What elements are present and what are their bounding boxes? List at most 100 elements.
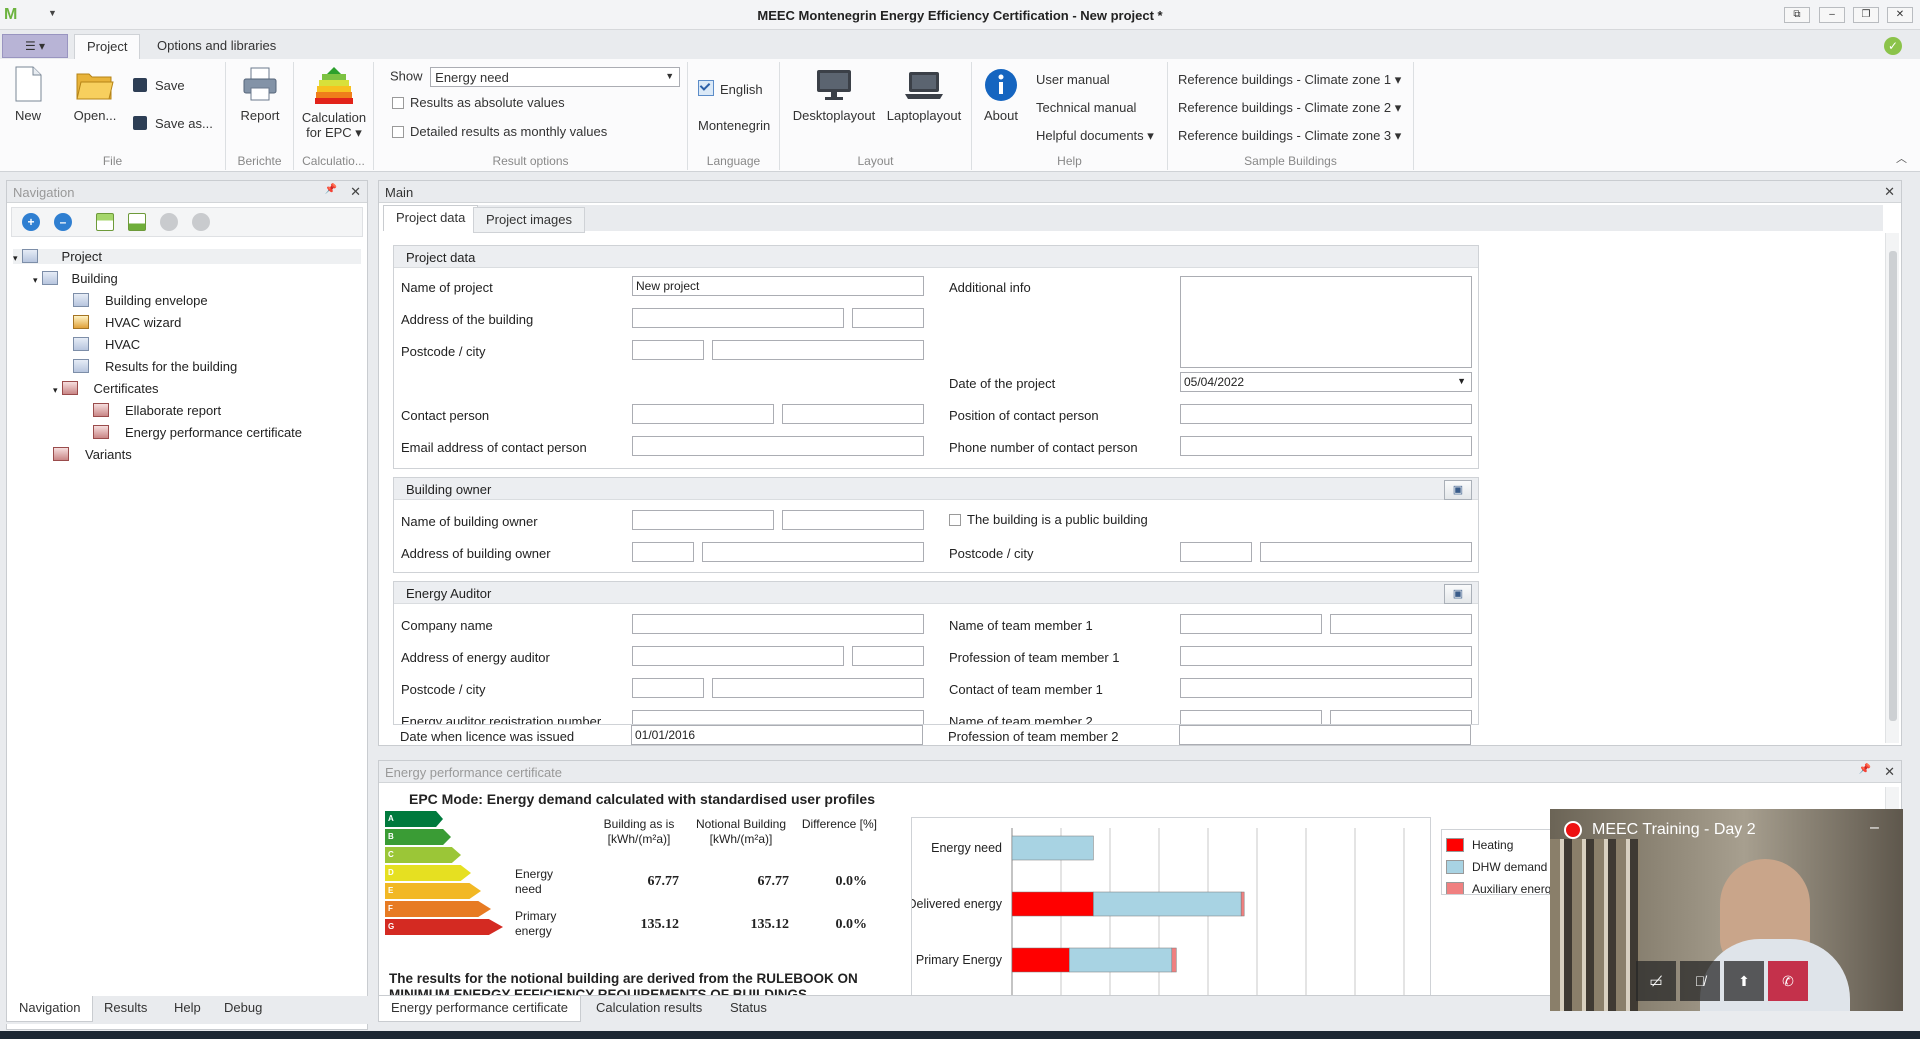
contact-card-icon[interactable]: ▣ [1444, 480, 1472, 500]
hang-up-button[interactable]: ✆ [1768, 961, 1808, 1001]
climate-zone-1-dropdown[interactable]: Reference buildings - Climate zone 1 ▾ [1178, 72, 1401, 88]
window-maximize-button[interactable]: ❐ [1853, 7, 1879, 23]
climate-zone-3-dropdown[interactable]: Reference buildings - Climate zone 3 ▾ [1178, 128, 1401, 144]
tab-options-libraries[interactable]: Options and libraries [145, 34, 288, 60]
expand-arrow-icon[interactable]: ▾ [33, 275, 38, 285]
owner-number-input[interactable] [632, 542, 694, 562]
team-member-2-profession-input[interactable] [1179, 725, 1471, 745]
team-member-1-last-name-input[interactable] [1330, 614, 1472, 634]
contact-last-name-input[interactable] [782, 404, 924, 424]
tab-project[interactable]: Project [74, 34, 141, 60]
public-building-checkbox[interactable]: The building is a public building [949, 512, 1148, 527]
contact-phone-input[interactable] [1180, 436, 1472, 456]
window-restore-small-button[interactable]: ⧉ [1784, 7, 1810, 23]
save-button[interactable]: Save [133, 78, 185, 93]
new-button[interactable]: New [8, 66, 48, 123]
tree-item-certificates[interactable]: ▾ Certificates [53, 381, 159, 396]
report-button[interactable]: Report [234, 66, 286, 123]
move-down-icon[interactable] [192, 213, 210, 231]
team-member-1-profession-input[interactable] [1180, 646, 1472, 666]
window-close-button[interactable]: ✕ [1887, 7, 1913, 23]
tree-item-building[interactable]: ▾ Building [33, 271, 118, 286]
expand-arrow-icon[interactable]: ▾ [53, 385, 58, 395]
contact-first-name-input[interactable] [632, 404, 774, 424]
building-number-input[interactable] [852, 308, 924, 328]
team-member-2-last-name-input[interactable] [1330, 710, 1472, 724]
save-as-button[interactable]: Save as... [133, 116, 213, 131]
tab-energy-performance-certificate[interactable]: Energy performance certificate [378, 996, 582, 1022]
close-icon[interactable]: ✕ [350, 184, 361, 200]
contact-position-input[interactable] [1180, 404, 1472, 424]
tab-debug[interactable]: Debug [212, 996, 274, 1022]
licence-date-picker[interactable]: 01/01/2016 [631, 725, 923, 745]
pin-icon[interactable]: 📌 [325, 184, 337, 195]
tree-item-hvac-wizard[interactable]: HVAC wizard [73, 315, 181, 330]
window-minimize-button[interactable]: – [1819, 7, 1845, 23]
open-button[interactable]: Open... [70, 66, 120, 123]
project-date-picker[interactable]: 05/04/2022 ▼ [1180, 372, 1472, 392]
helpful-documents-dropdown[interactable]: Helpful documents ▾ [1036, 128, 1154, 144]
tab-project-data[interactable]: Project data [383, 205, 479, 231]
tab-help[interactable]: Help [162, 996, 213, 1022]
minimize-video-icon[interactable]: – [1870, 819, 1879, 837]
remove-icon[interactable]: – [54, 213, 72, 231]
tree-item-results[interactable]: Results for the building [73, 359, 237, 374]
mic-off-button[interactable]: 🎙̸ [1680, 961, 1720, 1001]
application-menu-button[interactable]: ☰ ▾ [2, 34, 68, 58]
absolute-values-checkbox[interactable]: Results as absolute values [392, 95, 565, 110]
company-name-input[interactable] [632, 614, 924, 634]
owner-street-input[interactable] [702, 542, 924, 562]
owner-city-input[interactable] [1260, 542, 1472, 562]
additional-info-textarea[interactable] [1180, 276, 1472, 368]
owner-first-name-input[interactable] [632, 510, 774, 530]
show-select[interactable]: Energy need ▼ [430, 67, 681, 87]
monthly-values-checkbox[interactable]: Detailed results as monthly values [392, 124, 607, 139]
tree-item-elaborate-report[interactable]: Ellaborate report [93, 403, 221, 418]
project-name-input[interactable] [632, 276, 924, 296]
about-button[interactable]: About [976, 68, 1026, 123]
team-member-2-first-name-input[interactable] [1180, 710, 1322, 724]
contact-email-input[interactable] [632, 436, 924, 456]
calculation-epc-button[interactable]: Calculation for EPC ▾ [298, 66, 370, 140]
close-icon[interactable]: ✕ [1884, 764, 1895, 780]
auditor-postcode-input[interactable] [632, 678, 704, 698]
tree-item-project[interactable]: ▾ Project [13, 249, 361, 264]
main-vertical-scrollbar[interactable] [1885, 233, 1899, 743]
auditor-city-input[interactable] [712, 678, 924, 698]
pin-icon[interactable]: 📌 [1859, 764, 1871, 775]
tree-item-building-envelope[interactable]: Building envelope [73, 293, 208, 308]
tab-calculation-results[interactable]: Calculation results [584, 996, 714, 1022]
camera-off-button[interactable]: ▭̸ [1636, 961, 1676, 1001]
tab-results[interactable]: Results [92, 996, 159, 1022]
move-up-icon[interactable] [160, 213, 178, 231]
auditor-street-input[interactable] [632, 646, 844, 666]
contact-card-icon[interactable]: ▣ [1444, 584, 1472, 604]
montenegrin-toggle[interactable]: Montenegrin [698, 118, 770, 133]
tree-item-epc[interactable]: Energy performance certificate [93, 425, 302, 440]
climate-zone-2-dropdown[interactable]: Reference buildings - Climate zone 2 ▾ [1178, 100, 1401, 116]
team-member-1-first-name-input[interactable] [1180, 614, 1322, 634]
share-screen-button[interactable]: ⬆ [1724, 961, 1764, 1001]
user-manual-link[interactable]: User manual [1036, 72, 1110, 87]
tab-project-images[interactable]: Project images [473, 207, 585, 233]
collapse-ribbon-icon[interactable]: ︿ [1896, 150, 1907, 166]
expand-all-icon[interactable] [96, 213, 114, 231]
building-street-input[interactable] [632, 308, 844, 328]
expand-arrow-icon[interactable]: ▾ [13, 253, 18, 263]
laptop-layout-button[interactable]: Laptoplayout [882, 68, 966, 123]
owner-last-name-input[interactable] [782, 510, 924, 530]
close-icon[interactable]: ✕ [1884, 184, 1895, 200]
desktop-layout-button[interactable]: Desktoplayout [792, 68, 876, 123]
tab-status[interactable]: Status [718, 996, 779, 1022]
collapse-all-icon[interactable] [128, 213, 146, 231]
english-toggle[interactable]: English [698, 80, 763, 97]
owner-postcode-input[interactable] [1180, 542, 1252, 562]
city-input[interactable] [712, 340, 924, 360]
add-icon[interactable]: + [22, 213, 40, 231]
postcode-input[interactable] [632, 340, 704, 360]
technical-manual-link[interactable]: Technical manual [1036, 100, 1136, 115]
auditor-number-input[interactable] [852, 646, 924, 666]
team-member-1-contact-input[interactable] [1180, 678, 1472, 698]
tab-navigation[interactable]: Navigation [6, 996, 94, 1022]
scrollbar-thumb[interactable] [1889, 251, 1897, 721]
